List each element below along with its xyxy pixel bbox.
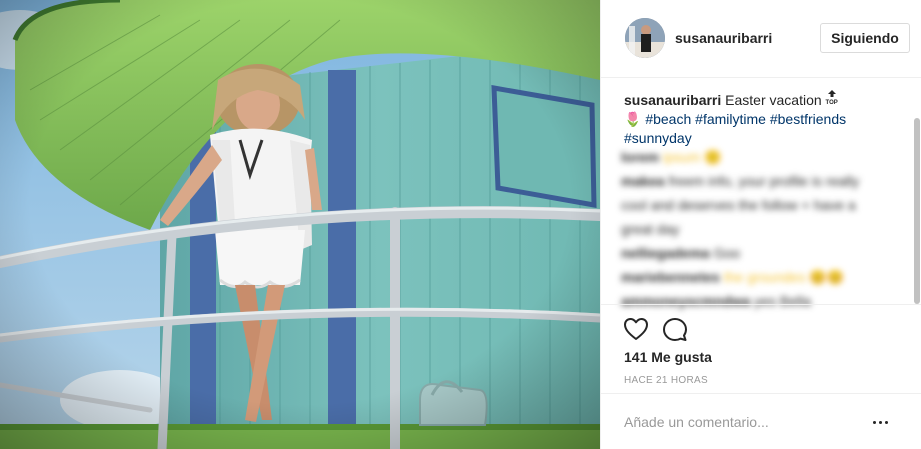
comments-scrollbar[interactable] xyxy=(912,118,921,304)
likes-count[interactable]: 141 Me gusta xyxy=(624,349,712,365)
post-photo[interactable] xyxy=(0,0,600,449)
hashtag-sunnyday[interactable]: #sunnyday xyxy=(624,130,692,146)
post-side-panel: susanauribarri Siguiendo susanauribarri … xyxy=(600,0,921,449)
post-header: susanauribarri Siguiendo xyxy=(601,0,921,78)
comment-item: makea freem info, your profile is really xyxy=(621,173,860,189)
add-comment-input[interactable] xyxy=(624,410,864,434)
add-comment-bar xyxy=(601,393,921,449)
more-options-icon[interactable] xyxy=(866,410,894,434)
comment-item: great day xyxy=(621,221,680,237)
comment-item: nelliegadema Goo xyxy=(621,245,741,261)
scrollbar-thumb[interactable] xyxy=(914,118,920,304)
blurred-comments-list: lorem ipsum 🙂 makea freem info, your pro… xyxy=(621,145,873,317)
comment-item: lorem ipsum 🙂 xyxy=(621,149,722,165)
hashtag-beach[interactable]: #beach xyxy=(645,111,691,127)
caption-username[interactable]: susanauribarri xyxy=(624,92,721,108)
comment-bubble-icon[interactable] xyxy=(663,317,687,341)
comment-item: cool and deserves the follow + have a xyxy=(621,197,856,213)
actions-divider xyxy=(601,304,921,306)
comment-item: mariebennetes the groundes 😊😊 xyxy=(621,269,845,285)
tulip-emoji-icon: 🌷 xyxy=(624,111,642,127)
post-photo-illustration xyxy=(0,0,600,449)
top-arrow-emoji-icon: TOP xyxy=(826,90,838,108)
hashtag-bestfriends[interactable]: #bestfriends xyxy=(770,111,846,127)
heart-icon[interactable] xyxy=(623,317,649,341)
instagram-post: susanauribarri Siguiendo susanauribarri … xyxy=(0,0,921,449)
comment-item: ammoneyscmndwa yes Bella xyxy=(621,293,811,309)
post-caption: susanauribarri Easter vacation TOP 🌷 #be… xyxy=(624,90,904,148)
avatar-image xyxy=(625,18,665,58)
author-username[interactable]: susanauribarri xyxy=(675,30,772,46)
hashtag-familytime[interactable]: #familytime xyxy=(695,111,766,127)
post-timestamp[interactable]: HACE 21 HORAS xyxy=(624,375,708,386)
avatar[interactable] xyxy=(625,18,665,58)
caption-text: Easter vacation xyxy=(725,92,822,108)
following-button[interactable]: Siguiendo xyxy=(820,23,910,53)
